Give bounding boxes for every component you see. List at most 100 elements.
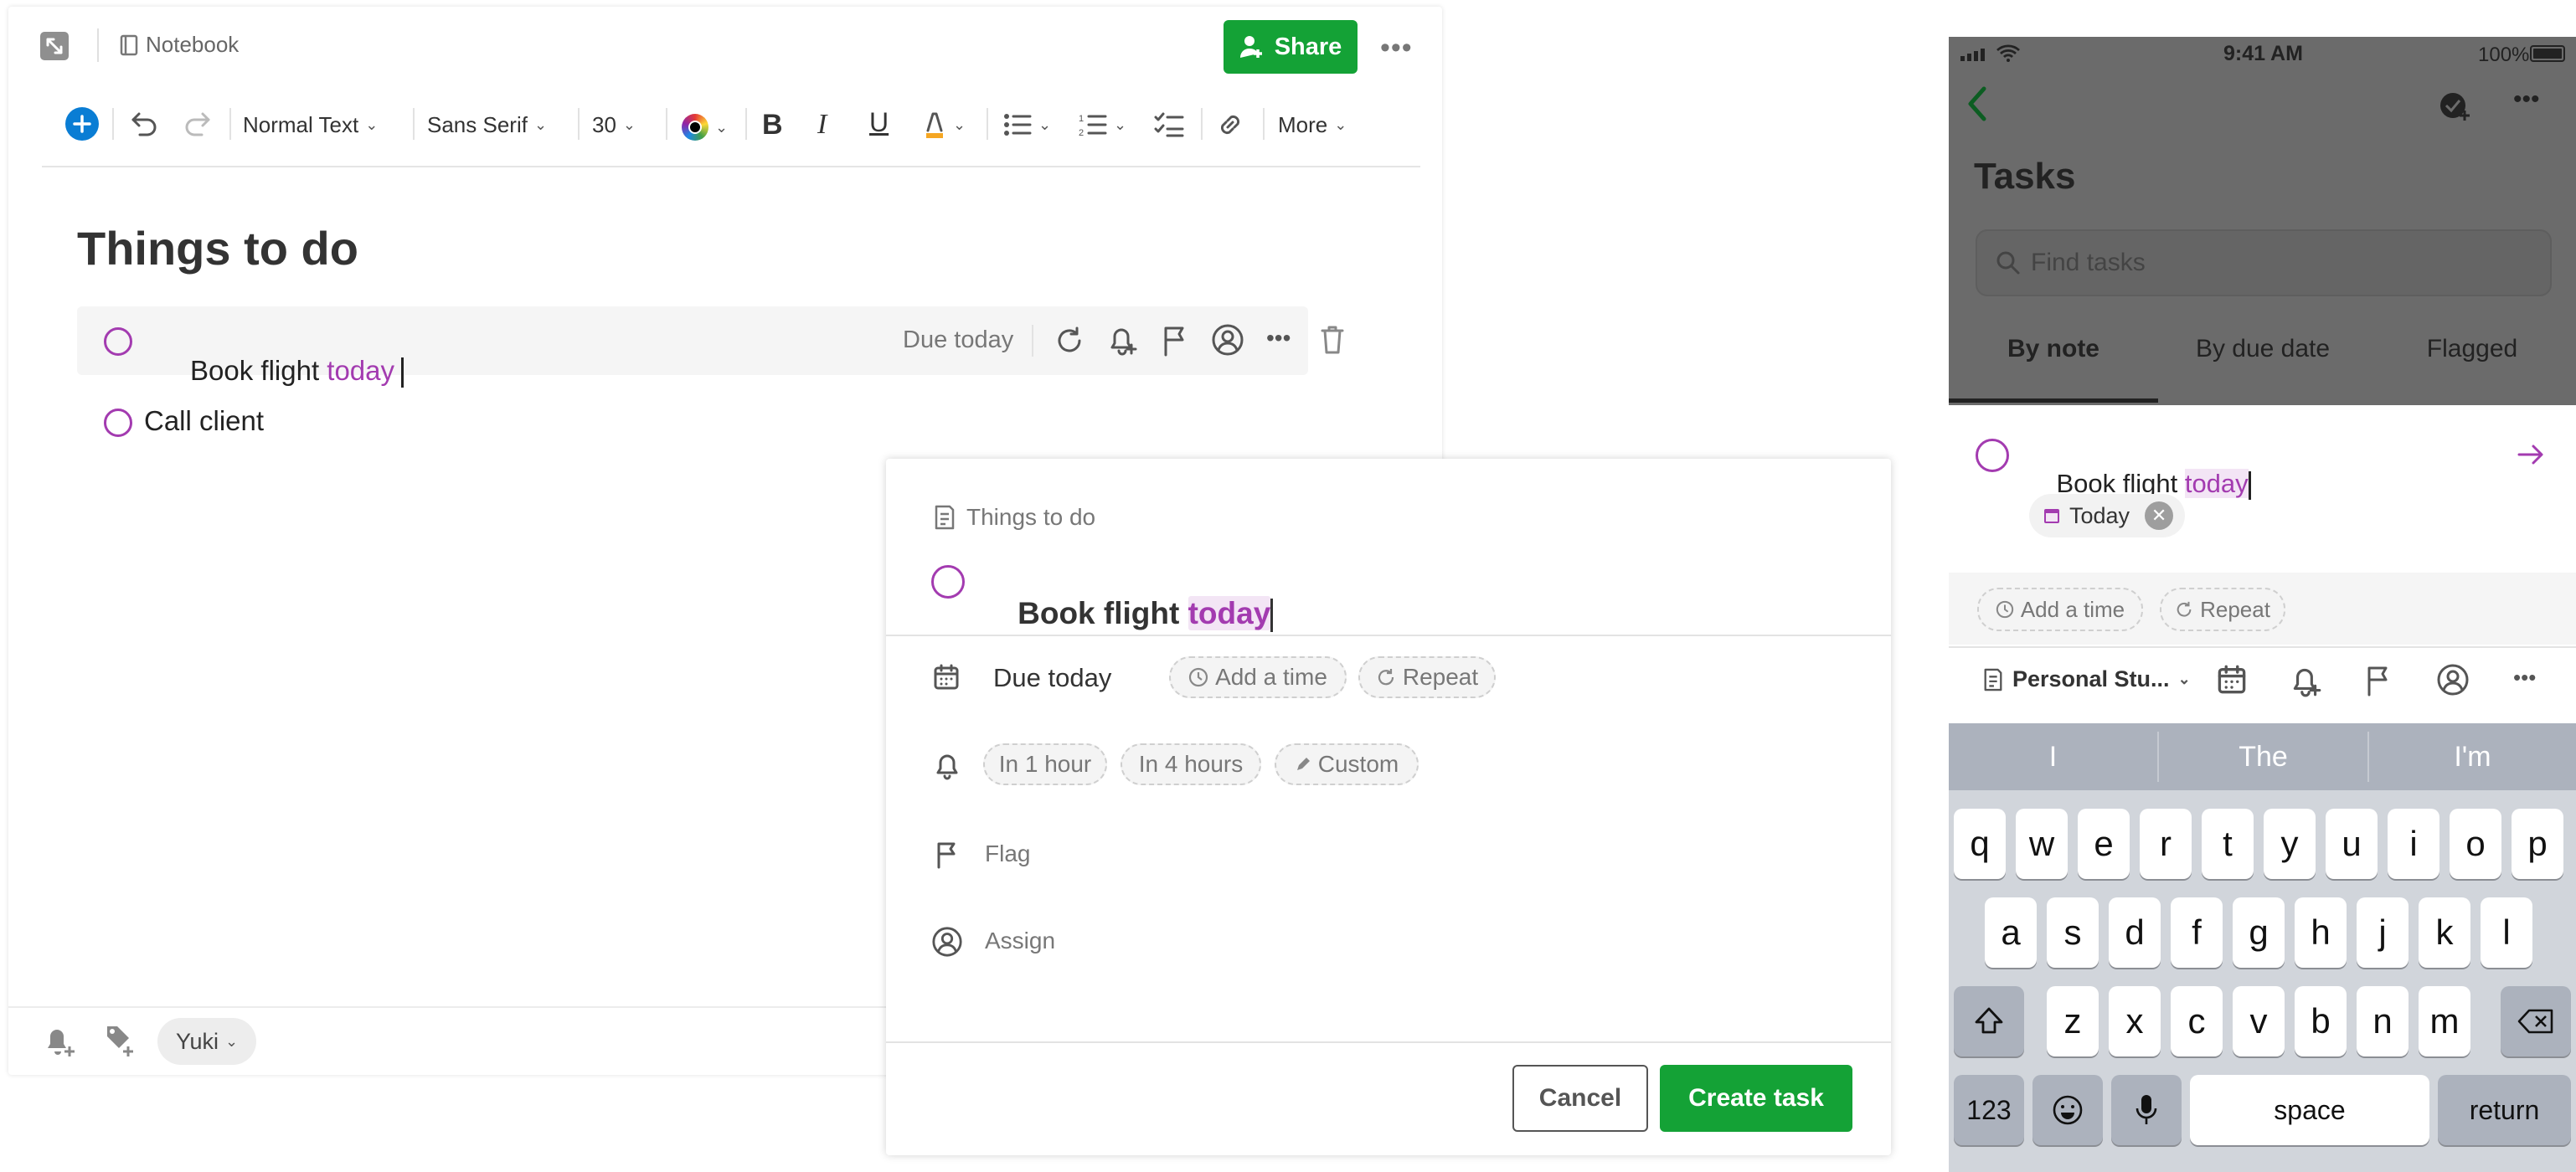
- text-style-dropdown[interactable]: Normal Text ⌄: [243, 112, 378, 138]
- key-m[interactable]: m: [2419, 986, 2470, 1056]
- add-time-chip[interactable]: Add a time: [1977, 588, 2143, 631]
- add-reminder-icon[interactable]: [44, 1021, 77, 1058]
- task-row-active[interactable]: Book flight today Due today •••: [77, 306, 1308, 388]
- key-v[interactable]: v: [2233, 986, 2285, 1056]
- key-q[interactable]: q: [1954, 809, 2006, 879]
- delete-icon[interactable]: [1320, 325, 1345, 355]
- add-tag-icon[interactable]: [102, 1021, 136, 1058]
- task-checkbox[interactable]: [1976, 439, 2009, 472]
- key-n[interactable]: n: [2357, 986, 2409, 1056]
- flag-option[interactable]: Flag: [985, 840, 1030, 867]
- key-c[interactable]: c: [2171, 986, 2223, 1056]
- reminder-chip-4h[interactable]: In 4 hours: [1121, 743, 1261, 785]
- repeat-chip[interactable]: Repeat: [1358, 656, 1496, 698]
- create-task-button[interactable]: Create task: [1660, 1065, 1852, 1132]
- key-o[interactable]: o: [2450, 809, 2501, 879]
- key-s[interactable]: s: [2047, 897, 2099, 968]
- return-key[interactable]: return: [2438, 1075, 2571, 1145]
- more-options-icon[interactable]: •••: [2513, 665, 2536, 691]
- remove-date-icon[interactable]: ✕: [2145, 501, 2174, 530]
- task-due-label[interactable]: Due today: [903, 326, 1013, 354]
- due-date-field[interactable]: Due today: [993, 663, 1111, 693]
- key-f[interactable]: f: [2171, 897, 2223, 968]
- share-button[interactable]: Share: [1224, 20, 1358, 74]
- tab-by-note[interactable]: By note: [1949, 335, 2158, 363]
- user-chip[interactable]: Yuki ⌄: [157, 1018, 257, 1065]
- breadcrumb[interactable]: Notebook: [119, 32, 239, 58]
- suggestion-1[interactable]: I: [1949, 723, 2157, 790]
- bold-icon[interactable]: B: [762, 109, 783, 141]
- bullet-list-button[interactable]: ⌄: [1003, 112, 1051, 137]
- flag-icon[interactable]: [1161, 325, 1189, 357]
- add-time-chip[interactable]: Add a time: [1169, 656, 1347, 698]
- numbers-key[interactable]: 123: [1954, 1075, 2024, 1145]
- shift-key[interactable]: [1954, 986, 2024, 1056]
- more-formatting-dropdown[interactable]: More ⌄: [1278, 112, 1347, 138]
- task-more-icon[interactable]: •••: [1266, 325, 1291, 352]
- key-z[interactable]: z: [2047, 986, 2099, 1056]
- font-size-dropdown[interactable]: 30 ⌄: [592, 112, 636, 138]
- calendar-icon[interactable]: [2217, 665, 2247, 695]
- key-w[interactable]: w: [2016, 809, 2068, 879]
- key-h[interactable]: h: [2295, 897, 2347, 968]
- key-b[interactable]: b: [2295, 986, 2347, 1056]
- key-k[interactable]: k: [2419, 897, 2470, 968]
- note-title[interactable]: Things to do: [77, 221, 358, 275]
- undo-icon[interactable]: [131, 111, 159, 137]
- assign-icon[interactable]: [2436, 663, 2470, 697]
- task-title-input[interactable]: Book flight today: [983, 561, 1274, 667]
- key-x[interactable]: x: [2109, 986, 2161, 1056]
- key-y[interactable]: y: [2264, 809, 2316, 879]
- key-r[interactable]: r: [2140, 809, 2192, 879]
- redo-icon[interactable]: [183, 111, 211, 137]
- reminder-icon[interactable]: [2289, 663, 2322, 698]
- dictation-key[interactable]: [2111, 1075, 2182, 1145]
- more-options-icon[interactable]: •••: [1380, 32, 1413, 64]
- key-e[interactable]: e: [2078, 809, 2130, 879]
- key-l[interactable]: l: [2481, 897, 2532, 968]
- task-text[interactable]: Call client: [144, 405, 264, 437]
- highlight-button[interactable]: ⌄: [921, 111, 966, 139]
- add-task-icon[interactable]: [2438, 89, 2471, 122]
- key-g[interactable]: g: [2233, 897, 2285, 968]
- notebook-selector[interactable]: Personal Stu... ⌄: [1982, 666, 2191, 692]
- key-j[interactable]: j: [2357, 897, 2409, 968]
- task-checkbox[interactable]: [104, 327, 132, 356]
- text-color-button[interactable]: ⌄: [682, 114, 728, 141]
- suggestion-2[interactable]: The: [2159, 723, 2367, 790]
- expand-icon[interactable]: [40, 32, 69, 60]
- underline-icon[interactable]: U: [869, 107, 889, 138]
- repeat-icon[interactable]: [1054, 325, 1085, 357]
- suggestion-3[interactable]: I'm: [2369, 723, 2576, 790]
- cancel-button[interactable]: Cancel: [1512, 1065, 1648, 1132]
- reminder-chip-custom[interactable]: Custom: [1275, 743, 1419, 785]
- back-icon[interactable]: [1965, 85, 1989, 122]
- reminder-icon[interactable]: [1107, 323, 1137, 357]
- more-options-icon[interactable]: •••: [2513, 85, 2540, 114]
- numbered-list-button[interactable]: 12 ⌄: [1079, 112, 1126, 137]
- space-key[interactable]: space: [2190, 1075, 2429, 1145]
- font-dropdown[interactable]: Sans Serif ⌄: [427, 112, 547, 138]
- key-a[interactable]: a: [1985, 897, 2037, 968]
- tab-by-due-date[interactable]: By due date: [2158, 335, 2367, 363]
- emoji-key[interactable]: [2032, 1075, 2103, 1145]
- task-checkbox[interactable]: [931, 565, 965, 599]
- submit-arrow-icon[interactable]: [2517, 442, 2545, 467]
- search-input[interactable]: Find tasks: [1976, 229, 2552, 296]
- tab-flagged[interactable]: Flagged: [2367, 335, 2576, 363]
- due-date-chip[interactable]: Today ✕: [2029, 494, 2185, 537]
- key-u[interactable]: u: [2326, 809, 2378, 879]
- italic-icon[interactable]: I: [817, 109, 827, 141]
- reminder-chip-1h[interactable]: In 1 hour: [983, 743, 1107, 785]
- key-p[interactable]: p: [2512, 809, 2563, 879]
- key-d[interactable]: d: [2109, 897, 2161, 968]
- backspace-key[interactable]: [2501, 986, 2571, 1056]
- link-icon[interactable]: [1216, 111, 1244, 139]
- key-i[interactable]: i: [2388, 809, 2439, 879]
- flag-icon[interactable]: [2364, 665, 2393, 697]
- assign-icon[interactable]: [1211, 323, 1244, 357]
- repeat-chip[interactable]: Repeat: [2160, 588, 2285, 631]
- assign-option[interactable]: Assign: [985, 928, 1055, 954]
- insert-button[interactable]: [65, 107, 99, 141]
- checklist-icon[interactable]: [1154, 112, 1184, 137]
